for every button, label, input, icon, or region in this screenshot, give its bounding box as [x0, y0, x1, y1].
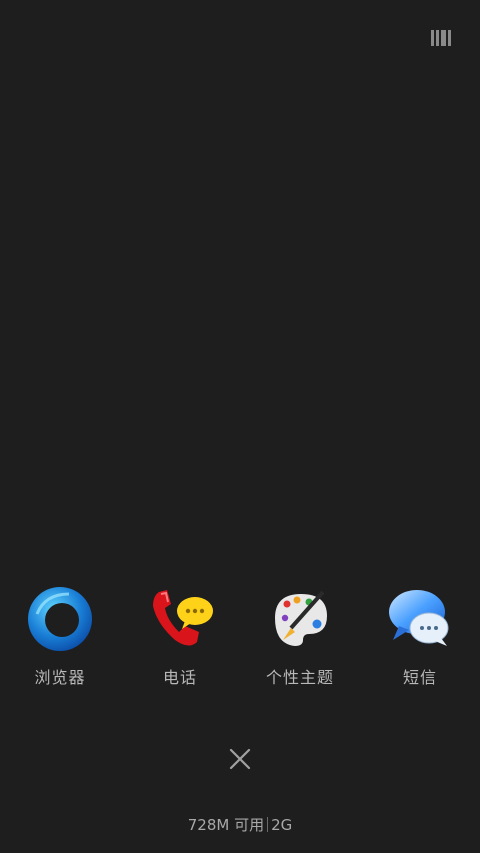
memory-available: 728M 可用	[187, 816, 265, 834]
phone-icon	[145, 584, 215, 654]
close-icon	[229, 748, 251, 770]
messages-icon	[385, 584, 455, 654]
app-browser[interactable]: 浏览器	[0, 584, 120, 694]
app-label: 浏览器	[34, 668, 86, 687]
app-themes[interactable]: 个性主题	[240, 584, 360, 694]
app-label: 个性主题	[265, 668, 334, 687]
close-all-button[interactable]	[225, 744, 255, 774]
app-label: 电话	[162, 668, 197, 687]
recent-apps: 浏览器 电话 个性主题 短信	[0, 584, 480, 694]
app-phone[interactable]: 电话	[120, 584, 240, 694]
themes-palette-icon	[265, 584, 335, 654]
memory-total: 2G	[271, 816, 293, 834]
browser-icon	[25, 584, 95, 654]
memory-status: 728M 可用 2G	[0, 814, 480, 835]
recent-tasks-grid-icon[interactable]	[431, 30, 451, 46]
memory-divider	[267, 817, 269, 832]
app-messages[interactable]: 短信	[360, 584, 480, 694]
app-label: 短信	[402, 668, 437, 687]
